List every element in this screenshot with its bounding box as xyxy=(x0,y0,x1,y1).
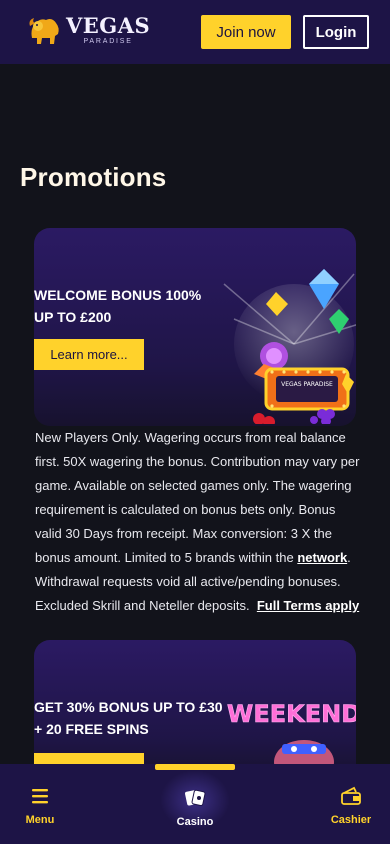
promo-title: GET 30% BONUS UP TO £30 + 20 FREE SPINS xyxy=(34,699,223,737)
nav-casino[interactable]: Casino xyxy=(170,786,220,828)
full-terms-link[interactable]: Full Terms apply xyxy=(257,598,359,613)
page-title: Promotions xyxy=(20,162,167,192)
top-bar: VEGAS PARADISE Join now Login xyxy=(0,0,390,64)
nav-menu-label: Menu xyxy=(25,814,55,826)
network-link[interactable]: network xyxy=(297,550,347,565)
wallet-icon xyxy=(341,786,361,805)
nav-menu[interactable]: Menu xyxy=(22,784,58,826)
bottom-nav-bar: Menu Casino Cashier xyxy=(0,764,390,844)
nav-casino-label: Casino xyxy=(176,816,214,828)
promo-terms-text: New Players Only. Wagering occurs from r… xyxy=(35,426,365,618)
logo-subtitle: PARADISE xyxy=(83,38,133,45)
nav-cashier[interactable]: Cashier xyxy=(328,784,374,826)
promo-card-weekend: GET 30% BONUS UP TO £30 + 20 FREE SPINS … xyxy=(34,640,356,780)
lion-logo-icon xyxy=(29,18,59,44)
slot-sign-illustration: VEGAS PARADISE xyxy=(223,269,356,424)
login-button[interactable]: Login xyxy=(303,15,369,49)
hamburger-menu-icon xyxy=(32,789,48,804)
learn-more-button[interactable]: Learn more... xyxy=(34,339,144,370)
weekend-word: WEEKEND xyxy=(227,700,356,728)
cards-icon xyxy=(185,789,206,807)
casino-active-indicator xyxy=(155,764,235,770)
join-now-button[interactable]: Join now xyxy=(201,15,291,49)
terms-body: New Players Only. Wagering occurs from r… xyxy=(35,430,360,565)
promo-card-welcome: WELCOME BONUS 100% UP TO £200 Learn more… xyxy=(34,228,356,426)
sign-word-1: VEGAS PARADISE xyxy=(281,381,333,388)
logo-wordmark: VEGAS xyxy=(66,13,151,38)
nav-cashier-label: Cashier xyxy=(330,814,372,826)
promo-title: WELCOME BONUS 100% UP TO £200 xyxy=(34,287,202,325)
vegas-paradise-logo[interactable]: VEGAS PARADISE xyxy=(28,14,150,46)
